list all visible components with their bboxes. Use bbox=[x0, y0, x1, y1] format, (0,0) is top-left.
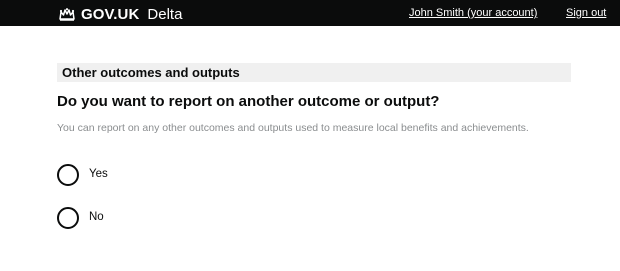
radio-option-yes[interactable]: Yes bbox=[57, 164, 108, 186]
radio-button-no[interactable] bbox=[57, 207, 79, 229]
question-heading: Do you want to report on another outcome… bbox=[57, 93, 440, 110]
radio-label-yes: Yes bbox=[89, 167, 108, 180]
radio-option-no[interactable]: No bbox=[57, 207, 104, 229]
section-title: Other outcomes and outputs bbox=[62, 65, 240, 80]
site-header: GOV.UK Delta John Smith (your account) S… bbox=[0, 0, 620, 26]
radio-label-no: No bbox=[89, 210, 104, 223]
section-heading-bar: Other outcomes and outputs bbox=[57, 63, 571, 82]
radio-button-yes[interactable] bbox=[57, 164, 79, 186]
sign-out-link[interactable]: Sign out bbox=[566, 7, 606, 19]
govuk-home-link[interactable]: GOV.UK Delta bbox=[58, 4, 182, 24]
account-link[interactable]: John Smith (your account) bbox=[409, 7, 537, 19]
crown-icon bbox=[59, 8, 75, 21]
product-name: Delta bbox=[147, 5, 183, 23]
question-hint: You can report on any other outcomes and… bbox=[57, 122, 529, 134]
brand-name: GOV.UK bbox=[81, 5, 140, 23]
